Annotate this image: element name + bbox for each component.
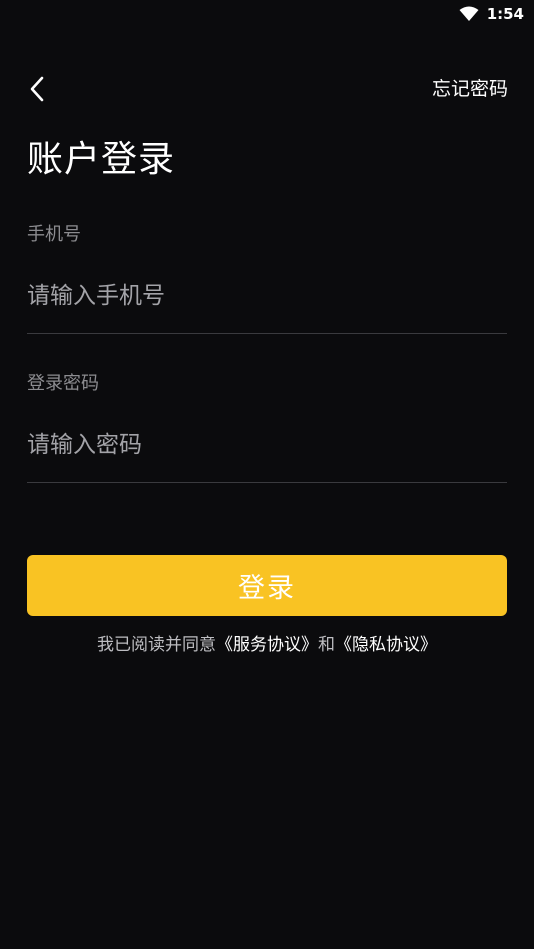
- service-agreement-link[interactable]: 《服务协议》: [216, 635, 318, 655]
- login-button[interactable]: 登录: [27, 555, 507, 616]
- chevron-left-icon: [28, 75, 46, 107]
- phone-divider: [27, 333, 507, 334]
- forgot-password-link[interactable]: 忘记密码: [432, 74, 508, 101]
- page-title: 账户登录: [27, 139, 176, 180]
- password-divider: [27, 482, 507, 483]
- phone-input[interactable]: [27, 276, 507, 316]
- status-time: 1:54: [486, 5, 524, 23]
- back-button[interactable]: [22, 74, 52, 108]
- status-bar: 1:54: [0, 0, 534, 28]
- agreement-prefix: 我已阅读并同意: [97, 635, 216, 655]
- privacy-agreement-link[interactable]: 《隐私协议》: [335, 635, 437, 655]
- password-label: 登录密码: [27, 373, 99, 394]
- password-input[interactable]: [27, 425, 507, 465]
- agreement-connector: 和: [318, 635, 335, 655]
- agreement-text: 我已阅读并同意《服务协议》和《隐私协议》: [0, 630, 534, 655]
- wifi-icon: [459, 6, 479, 22]
- phone-label: 手机号: [27, 224, 81, 245]
